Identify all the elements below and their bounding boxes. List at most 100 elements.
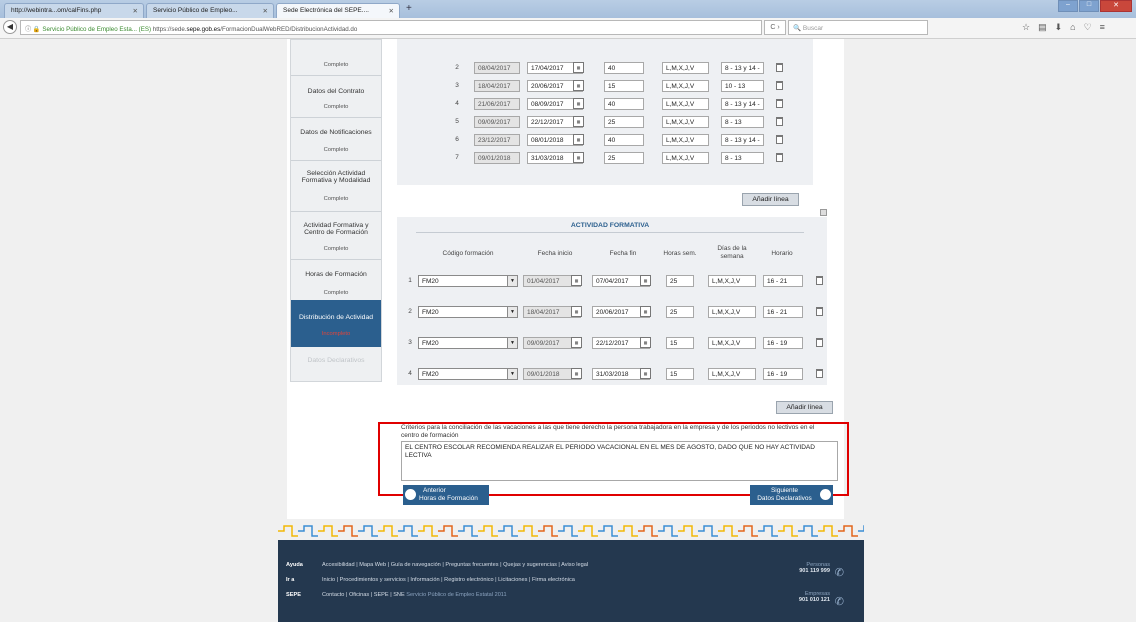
browser-tab-active[interactable]: Sede Electrónica del SEPE.... ✕: [276, 3, 400, 18]
calendar-icon[interactable]: ▦: [640, 275, 651, 286]
trash-icon[interactable]: [816, 338, 823, 347]
step-datos-declarativos[interactable]: Datos Declarativos: [291, 357, 381, 364]
calendar-icon[interactable]: ▦: [573, 152, 584, 163]
schedule-input[interactable]: 8 - 13: [721, 152, 764, 164]
hours-input[interactable]: 25: [604, 152, 644, 164]
days-input[interactable]: L,M,X,J,V: [662, 152, 709, 164]
days-input[interactable]: L,M,X,J,V: [662, 62, 709, 74]
hours-input[interactable]: 15: [666, 337, 694, 349]
start-date-input[interactable]: 09/01/2018: [474, 152, 520, 164]
start-date-input[interactable]: 23/12/2017: [474, 134, 520, 146]
back-arrow-icon[interactable]: ◀: [3, 20, 17, 34]
schedule-input[interactable]: 10 - 13: [721, 80, 764, 92]
hours-input[interactable]: 15: [666, 368, 694, 380]
trash-icon[interactable]: [776, 81, 783, 90]
schedule-input[interactable]: 8 - 13 y 14 -: [721, 134, 764, 146]
address-bar[interactable]: ⓘ 🔒 Servicio Público de Empleo Esta... (…: [20, 20, 762, 35]
calendar-icon[interactable]: ▦: [573, 80, 584, 91]
days-input[interactable]: L,M,X,J,V: [662, 116, 709, 128]
minimize-icon[interactable]: –: [1058, 0, 1078, 12]
footer-ira-links[interactable]: Inicio | Procedimientos y servicios | In…: [322, 577, 575, 583]
pocket-icon[interactable]: ♡: [1084, 22, 1092, 33]
schedule-input[interactable]: 8 - 13 y 14 -: [721, 98, 764, 110]
days-input[interactable]: L,M,X,J,V: [708, 306, 756, 318]
reading-list-icon[interactable]: ▤: [1038, 22, 1047, 33]
code-select[interactable]: FM20 ▼: [418, 306, 518, 318]
schedule-input[interactable]: 8 - 13: [721, 116, 764, 128]
schedule-input[interactable]: 16 - 21: [763, 275, 803, 287]
days-input[interactable]: L,M,X,J,V: [662, 98, 709, 110]
start-date-input[interactable]: 09/09/2017: [474, 116, 520, 128]
close-tab-icon[interactable]: ✕: [263, 7, 268, 15]
trash-icon[interactable]: [776, 63, 783, 72]
step-seleccion-actividad[interactable]: Selección Actividad Formativa y Modalida…: [291, 170, 381, 184]
calendar-icon[interactable]: ▦: [640, 306, 651, 317]
calendar-icon[interactable]: ▦: [640, 368, 651, 379]
step-actividad-centro[interactable]: Actividad Formativa y Centro de Formació…: [291, 222, 381, 236]
footer-ayuda-links[interactable]: Accesibilidad | Mapa Web | Guía de naveg…: [322, 562, 588, 568]
close-window-icon[interactable]: ✕: [1100, 0, 1132, 12]
site-identity[interactable]: Servicio Público de Empleo Esta... (ES): [42, 26, 151, 33]
hours-input[interactable]: 40: [604, 98, 644, 110]
calendar-icon[interactable]: ▦: [571, 337, 582, 348]
close-tab-icon[interactable]: ✕: [133, 7, 138, 15]
code-select[interactable]: FM20 ▼: [418, 275, 518, 287]
step-datos-notificaciones[interactable]: Datos de Notificaciones: [291, 129, 381, 136]
hours-input[interactable]: 25: [666, 275, 694, 287]
trash-icon[interactable]: [816, 307, 823, 316]
close-tab-icon[interactable]: ✕: [389, 7, 394, 15]
schedule-input[interactable]: 16 - 19: [763, 337, 803, 349]
days-input[interactable]: L,M,X,J,V: [708, 275, 756, 287]
step-distribucion-actividad[interactable]: Distribución de Actividad: [291, 314, 381, 321]
calendar-icon[interactable]: ▦: [571, 306, 582, 317]
hours-input[interactable]: 15: [604, 80, 644, 92]
trash-icon[interactable]: [776, 135, 783, 144]
trash-icon[interactable]: [816, 369, 823, 378]
start-date-input[interactable]: 08/04/2017: [474, 62, 520, 74]
collapse-icon[interactable]: [820, 209, 827, 216]
calendar-icon[interactable]: ▦: [571, 275, 582, 286]
new-tab-icon[interactable]: +: [406, 3, 412, 14]
previous-button[interactable]: Anterior Horas de Formación: [403, 485, 489, 505]
step-horas-formacion[interactable]: Horas de Formación: [291, 271, 381, 278]
add-training-line-button[interactable]: Añadir línea: [776, 401, 833, 414]
start-date-input[interactable]: 18/04/2017: [474, 80, 520, 92]
download-icon[interactable]: ⬇: [1055, 22, 1063, 33]
step-datos-contrato[interactable]: Datos del Contrato: [291, 88, 381, 95]
trash-icon[interactable]: [776, 99, 783, 108]
browser-tab[interactable]: http://webintra...om/calFins.php ✕: [4, 3, 144, 18]
start-date-input[interactable]: 21/06/2017: [474, 98, 520, 110]
schedule-input[interactable]: 16 - 21: [763, 306, 803, 318]
hours-input[interactable]: 40: [604, 62, 644, 74]
days-input[interactable]: L,M,X,J,V: [708, 368, 756, 380]
add-work-line-button[interactable]: Añadir línea: [742, 193, 799, 206]
home-icon[interactable]: ⌂: [1070, 22, 1075, 33]
calendar-icon[interactable]: ▦: [640, 337, 651, 348]
days-input[interactable]: L,M,X,J,V: [662, 134, 709, 146]
search-input[interactable]: 🔍 Buscar: [788, 20, 928, 35]
calendar-icon[interactable]: ▦: [573, 116, 584, 127]
hours-input[interactable]: 25: [604, 116, 644, 128]
trash-icon[interactable]: [776, 153, 783, 162]
next-button[interactable]: Siguiente Datos Declarativos: [750, 485, 833, 505]
calendar-icon[interactable]: ▦: [573, 98, 584, 109]
reload-icon[interactable]: C ›: [764, 20, 786, 35]
browser-tab[interactable]: Servicio Público de Empleo... ✕: [146, 3, 274, 18]
calendar-icon[interactable]: ▦: [571, 368, 582, 379]
footer-sepe-links[interactable]: Contacto | Oficinas | SEPE | SNE: [322, 592, 405, 598]
trash-icon[interactable]: [776, 117, 783, 126]
hours-input[interactable]: 40: [604, 134, 644, 146]
calendar-icon[interactable]: ▦: [573, 134, 584, 145]
schedule-input[interactable]: 8 - 13 y 14 -: [721, 62, 764, 74]
bookmark-star-icon[interactable]: ☆: [1022, 22, 1030, 33]
menu-icon[interactable]: ≡: [1100, 22, 1105, 33]
schedule-input[interactable]: 16 - 19: [763, 368, 803, 380]
hours-input[interactable]: 25: [666, 306, 694, 318]
maximize-icon[interactable]: □: [1079, 0, 1099, 12]
days-input[interactable]: L,M,X,J,V: [662, 80, 709, 92]
days-input[interactable]: L,M,X,J,V: [708, 337, 756, 349]
calendar-icon[interactable]: ▦: [573, 62, 584, 73]
code-select[interactable]: FM20 ▼: [418, 337, 518, 349]
trash-icon[interactable]: [816, 276, 823, 285]
code-select[interactable]: FM20 ▼: [418, 368, 518, 380]
